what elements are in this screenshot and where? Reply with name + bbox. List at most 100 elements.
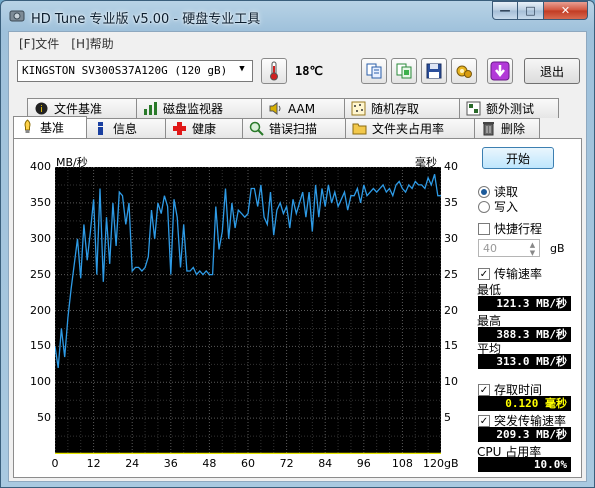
y-tick-left-label: 100 — [30, 375, 51, 389]
window-title: HD Tune 专业版 v5.00 - 硬盘专业工具 — [31, 12, 261, 27]
burst-rate-value: 209.3 MB/秒 — [478, 427, 571, 442]
thermometer-icon — [270, 61, 278, 81]
y-tick-right-label: 15 — [444, 339, 458, 353]
close-button[interactable]: ✕ — [544, 1, 588, 20]
random-access-icon — [351, 101, 366, 116]
min-value: 121.3 MB/秒 — [478, 296, 571, 311]
download-icon — [490, 61, 510, 81]
checkbox-box — [478, 222, 490, 235]
tab-label: 基准 — [40, 121, 65, 135]
extra-tests-icon — [466, 101, 481, 116]
x-tick-label: 84 — [318, 457, 333, 470]
short-stroke-checkbox[interactable]: 快捷行程 — [478, 220, 542, 237]
menu-file[interactable]: [F]文件 — [13, 32, 65, 54]
y-tick-left-label: 200 — [30, 303, 51, 317]
checkmark-icon: ✓ — [478, 267, 490, 280]
tab-row-top: i 文件基准 磁盘监视器 AAM 随机存取 额外测试 — [27, 98, 559, 118]
tab-info[interactable]: 信息 — [86, 118, 166, 138]
short-stroke-unit: gB — [550, 242, 565, 255]
tab-erase[interactable]: 删除 — [474, 118, 540, 138]
x-tick-label: 12 — [86, 457, 101, 470]
y-tick-left-label: 50 — [37, 411, 51, 425]
exit-button[interactable]: 退出 — [524, 58, 580, 84]
hdtune-app-icon — [9, 10, 25, 22]
maximize-button[interactable]: □ — [518, 1, 544, 20]
radio-dot-read — [478, 185, 490, 198]
folder-icon — [352, 123, 367, 135]
y-tick-right-label: 10 — [444, 375, 458, 389]
y-tick-left-label: 350 — [30, 195, 51, 209]
transfer-rate-checkbox[interactable]: ✓ 传输速率 — [478, 265, 542, 282]
x-tick-label: 0 — [51, 457, 59, 470]
tab-label: 文件基准 — [54, 102, 103, 116]
y-tick-left-label: 400 — [30, 160, 51, 173]
checkmark-icon: ✓ — [478, 414, 490, 427]
tab-label: AAM — [288, 101, 316, 116]
write-label: 写入 — [494, 200, 519, 214]
drive-select-value: KINGSTON SV300S37A120G (120 gB) — [22, 64, 228, 77]
tab-label: 信息 — [113, 122, 138, 136]
y-tick-right-label: 35 — [444, 195, 458, 209]
x-tick-label: 48 — [202, 457, 217, 470]
short-stroke-label: 快捷行程 — [494, 222, 543, 236]
tab-error-scan[interactable]: 错误扫描 — [242, 118, 346, 138]
y-tick-right-label: 20 — [444, 303, 458, 317]
write-radio[interactable]: 写入 — [478, 198, 518, 215]
cpu-value: 10.0% — [478, 457, 571, 472]
x-tick-label: 120gB — [423, 457, 459, 470]
info-icon — [98, 122, 103, 135]
tab-label: 磁盘监视器 — [163, 102, 224, 116]
app-window: HD Tune 专业版 v5.00 - 硬盘专业工具 — □ ✕ [F]文件 [… — [0, 0, 595, 488]
x-tick-label: 96 — [356, 457, 371, 470]
benchmark-icon — [24, 119, 31, 133]
tab-label: 额外测试 — [486, 102, 535, 116]
x-tick-label: 60 — [241, 457, 255, 470]
menu-help[interactable]: [H]帮助 — [65, 32, 119, 54]
y-tick-right-label: 25 — [444, 267, 458, 281]
drive-select[interactable]: KINGSTON SV300S37A120G (120 gB) ▼ — [17, 60, 253, 82]
copy-screenshot-icon — [396, 63, 412, 79]
download-button[interactable] — [487, 58, 513, 84]
spin-arrows-icon[interactable]: ▲ ▼ — [526, 241, 539, 257]
tab-folder-usage[interactable]: 文件夹占用率 — [345, 118, 475, 138]
speaker-icon — [269, 102, 281, 115]
toolbar: KINGSTON SV300S37A120G (120 gB) ▼ 18℃ 退出 — [9, 54, 586, 90]
x-tick-label: 36 — [163, 457, 178, 470]
start-button[interactable]: 开始 — [482, 147, 554, 169]
y-tick-right-label: 40 — [444, 160, 458, 173]
tab-extra-tests[interactable]: 额外测试 — [459, 98, 559, 118]
tab-row-bottom: 基准 信息 健康 错误扫描 文件夹占用率 删除 — [13, 116, 540, 138]
y-tick-left-label: 150 — [30, 339, 51, 353]
tab-random-access[interactable]: 随机存取 — [344, 98, 460, 118]
checkmark-icon: ✓ — [478, 383, 490, 396]
save-icon — [426, 63, 442, 79]
y-tick-left-label: 250 — [30, 267, 51, 281]
x-tick-label: 72 — [279, 457, 294, 470]
radio-dot-write — [478, 200, 490, 213]
copy-text-button[interactable] — [361, 58, 387, 84]
tab-health[interactable]: 健康 — [165, 118, 243, 138]
tab-file-benchmark[interactable]: i 文件基准 — [27, 98, 137, 118]
disk-monitor-icon — [144, 102, 157, 115]
file-benchmark-icon: i — [35, 102, 48, 115]
copy-screenshot-button[interactable] — [391, 58, 417, 84]
tab-benchmark[interactable]: 基准 — [13, 116, 87, 138]
y-tick-left-label: 300 — [30, 231, 51, 245]
tab-label: 错误扫描 — [269, 122, 318, 136]
magnifier-icon — [249, 121, 264, 136]
minimize-button[interactable]: — — [492, 1, 518, 20]
thermometer-button[interactable] — [261, 58, 287, 84]
title-bar[interactable]: HD Tune 专业版 v5.00 - 硬盘专业工具 — □ ✕ — [1, 1, 594, 31]
x-tick-label: 24 — [125, 457, 140, 470]
tab-label: 删除 — [501, 122, 526, 136]
menu-bar: [F]文件 [H]帮助 — [9, 32, 586, 54]
access-time-value: 0.120 毫秒 — [478, 396, 571, 411]
tab-disk-monitor[interactable]: 磁盘监视器 — [136, 98, 262, 118]
tab-aam[interactable]: AAM — [261, 98, 345, 118]
temperature-readout: 18℃ — [295, 64, 323, 78]
save-button[interactable] — [421, 58, 447, 84]
trash-icon — [483, 122, 494, 136]
options-button[interactable] — [451, 58, 477, 84]
y-tick-right-label: 30 — [444, 231, 458, 245]
copy-text-icon — [366, 63, 382, 79]
